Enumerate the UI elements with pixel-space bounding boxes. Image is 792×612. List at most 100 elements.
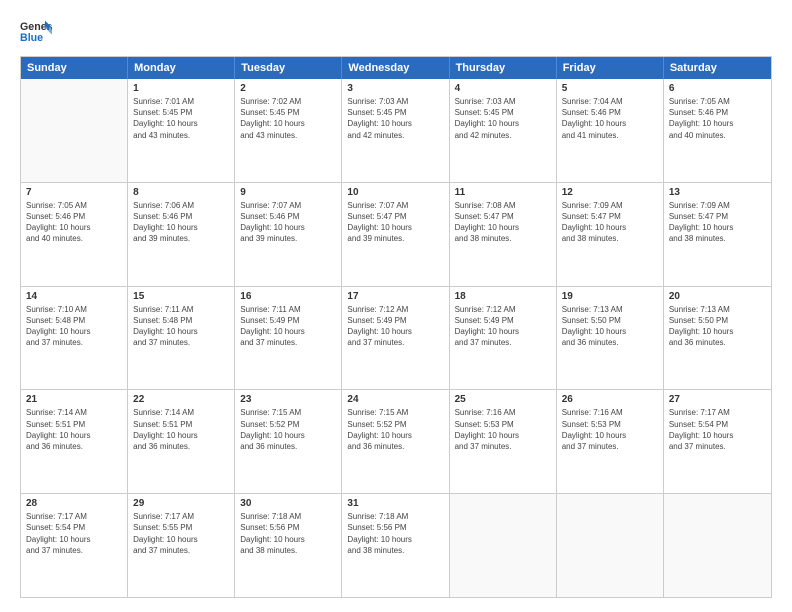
calendar-cell: 12 Sunrise: 7:09 AM Sunset: 5:47 PM Dayli… xyxy=(557,183,664,286)
calendar-row: 7 Sunrise: 7:05 AM Sunset: 5:46 PM Daylig… xyxy=(21,183,771,287)
cell-info: Sunrise: 7:09 AM Sunset: 5:47 PM Dayligh… xyxy=(562,200,658,245)
calendar-cell: 23 Sunrise: 7:15 AM Sunset: 5:52 PM Dayli… xyxy=(235,390,342,493)
header: General Blue xyxy=(20,18,772,46)
calendar-cell: 19 Sunrise: 7:13 AM Sunset: 5:50 PM Dayli… xyxy=(557,287,664,390)
day-number: 20 xyxy=(669,291,766,302)
calendar-cell xyxy=(450,494,557,597)
weekday-header: Saturday xyxy=(664,57,771,79)
calendar-cell: 13 Sunrise: 7:09 AM Sunset: 5:47 PM Dayli… xyxy=(664,183,771,286)
weekday-header: Wednesday xyxy=(342,57,449,79)
cell-info: Sunrise: 7:17 AM Sunset: 5:54 PM Dayligh… xyxy=(669,407,766,452)
cell-info: Sunrise: 7:03 AM Sunset: 5:45 PM Dayligh… xyxy=(347,96,443,141)
calendar-cell: 7 Sunrise: 7:05 AM Sunset: 5:46 PM Daylig… xyxy=(21,183,128,286)
cell-info: Sunrise: 7:16 AM Sunset: 5:53 PM Dayligh… xyxy=(562,407,658,452)
calendar-cell: 27 Sunrise: 7:17 AM Sunset: 5:54 PM Dayli… xyxy=(664,390,771,493)
day-number: 16 xyxy=(240,291,336,302)
cell-info: Sunrise: 7:18 AM Sunset: 5:56 PM Dayligh… xyxy=(240,511,336,556)
day-number: 23 xyxy=(240,394,336,405)
day-number: 18 xyxy=(455,291,551,302)
day-number: 10 xyxy=(347,187,443,198)
calendar-cell: 31 Sunrise: 7:18 AM Sunset: 5:56 PM Dayli… xyxy=(342,494,449,597)
cell-info: Sunrise: 7:13 AM Sunset: 5:50 PM Dayligh… xyxy=(562,304,658,349)
cell-info: Sunrise: 7:14 AM Sunset: 5:51 PM Dayligh… xyxy=(133,407,229,452)
day-number: 9 xyxy=(240,187,336,198)
calendar-cell: 28 Sunrise: 7:17 AM Sunset: 5:54 PM Dayli… xyxy=(21,494,128,597)
cell-info: Sunrise: 7:15 AM Sunset: 5:52 PM Dayligh… xyxy=(347,407,443,452)
day-number: 14 xyxy=(26,291,122,302)
day-number: 22 xyxy=(133,394,229,405)
calendar-row: 1Sunrise: 7:01 AM Sunset: 5:45 PM Daylig… xyxy=(21,79,771,183)
day-number: 28 xyxy=(26,498,122,509)
calendar-row: 14 Sunrise: 7:10 AM Sunset: 5:48 PM Dayli… xyxy=(21,287,771,391)
day-number: 5 xyxy=(562,83,658,94)
cell-info: Sunrise: 7:09 AM Sunset: 5:47 PM Dayligh… xyxy=(669,200,766,245)
calendar-row: 28 Sunrise: 7:17 AM Sunset: 5:54 PM Dayli… xyxy=(21,494,771,597)
calendar-cell: 6 Sunrise: 7:05 AM Sunset: 5:46 PM Daylig… xyxy=(664,79,771,182)
calendar-cell: 8Sunrise: 7:06 AM Sunset: 5:46 PM Daylig… xyxy=(128,183,235,286)
calendar-cell: 22 Sunrise: 7:14 AM Sunset: 5:51 PM Dayli… xyxy=(128,390,235,493)
cell-info: Sunrise: 7:16 AM Sunset: 5:53 PM Dayligh… xyxy=(455,407,551,452)
cell-info: Sunrise: 7:18 AM Sunset: 5:56 PM Dayligh… xyxy=(347,511,443,556)
calendar-cell: 30 Sunrise: 7:18 AM Sunset: 5:56 PM Dayli… xyxy=(235,494,342,597)
cell-info: Sunrise: 7:11 AM Sunset: 5:49 PM Dayligh… xyxy=(240,304,336,349)
calendar-page: General Blue SundayMondayTuesdayWednesda… xyxy=(0,0,792,612)
calendar-cell xyxy=(21,79,128,182)
cell-info: Sunrise: 7:17 AM Sunset: 5:55 PM Dayligh… xyxy=(133,511,229,556)
calendar-cell: 11 Sunrise: 7:08 AM Sunset: 5:47 PM Dayli… xyxy=(450,183,557,286)
cell-info: Sunrise: 7:03 AM Sunset: 5:45 PM Dayligh… xyxy=(455,96,551,141)
day-number: 8 xyxy=(133,187,229,198)
day-number: 11 xyxy=(455,187,551,198)
cell-info: Sunrise: 7:10 AM Sunset: 5:48 PM Dayligh… xyxy=(26,304,122,349)
weekday-header: Thursday xyxy=(450,57,557,79)
cell-info: Sunrise: 7:15 AM Sunset: 5:52 PM Dayligh… xyxy=(240,407,336,452)
day-number: 19 xyxy=(562,291,658,302)
calendar-cell: 5 Sunrise: 7:04 AM Sunset: 5:46 PM Daylig… xyxy=(557,79,664,182)
day-number: 15 xyxy=(133,291,229,302)
calendar-cell: 9 Sunrise: 7:07 AM Sunset: 5:46 PM Daylig… xyxy=(235,183,342,286)
cell-info: Sunrise: 7:04 AM Sunset: 5:46 PM Dayligh… xyxy=(562,96,658,141)
calendar-cell: 15 Sunrise: 7:11 AM Sunset: 5:48 PM Dayli… xyxy=(128,287,235,390)
weekday-header: Monday xyxy=(128,57,235,79)
calendar-cell: 10 Sunrise: 7:07 AM Sunset: 5:47 PM Dayli… xyxy=(342,183,449,286)
cell-info: Sunrise: 7:05 AM Sunset: 5:46 PM Dayligh… xyxy=(26,200,122,245)
calendar-row: 21 Sunrise: 7:14 AM Sunset: 5:51 PM Dayli… xyxy=(21,390,771,494)
calendar-cell: 20Sunrise: 7:13 AM Sunset: 5:50 PM Dayli… xyxy=(664,287,771,390)
calendar: SundayMondayTuesdayWednesdayThursdayFrid… xyxy=(20,56,772,598)
day-number: 17 xyxy=(347,291,443,302)
day-number: 3 xyxy=(347,83,443,94)
day-number: 4 xyxy=(455,83,551,94)
day-number: 29 xyxy=(133,498,229,509)
calendar-cell: 3 Sunrise: 7:03 AM Sunset: 5:45 PM Daylig… xyxy=(342,79,449,182)
day-number: 26 xyxy=(562,394,658,405)
logo-icon: General Blue xyxy=(20,18,52,46)
cell-info: Sunrise: 7:07 AM Sunset: 5:47 PM Dayligh… xyxy=(347,200,443,245)
weekday-header: Tuesday xyxy=(235,57,342,79)
logo: General Blue xyxy=(20,18,52,46)
calendar-cell: 1Sunrise: 7:01 AM Sunset: 5:45 PM Daylig… xyxy=(128,79,235,182)
day-number: 7 xyxy=(26,187,122,198)
day-number: 24 xyxy=(347,394,443,405)
cell-info: Sunrise: 7:02 AM Sunset: 5:45 PM Dayligh… xyxy=(240,96,336,141)
cell-info: Sunrise: 7:05 AM Sunset: 5:46 PM Dayligh… xyxy=(669,96,766,141)
calendar-body: 1Sunrise: 7:01 AM Sunset: 5:45 PM Daylig… xyxy=(21,79,771,597)
day-number: 1 xyxy=(133,83,229,94)
calendar-cell: 18 Sunrise: 7:12 AM Sunset: 5:49 PM Dayli… xyxy=(450,287,557,390)
calendar-cell: 16 Sunrise: 7:11 AM Sunset: 5:49 PM Dayli… xyxy=(235,287,342,390)
calendar-cell: 25Sunrise: 7:16 AM Sunset: 5:53 PM Dayli… xyxy=(450,390,557,493)
calendar-cell: 14 Sunrise: 7:10 AM Sunset: 5:48 PM Dayli… xyxy=(21,287,128,390)
day-number: 31 xyxy=(347,498,443,509)
cell-info: Sunrise: 7:12 AM Sunset: 5:49 PM Dayligh… xyxy=(455,304,551,349)
cell-info: Sunrise: 7:17 AM Sunset: 5:54 PM Dayligh… xyxy=(26,511,122,556)
day-number: 21 xyxy=(26,394,122,405)
cell-info: Sunrise: 7:12 AM Sunset: 5:49 PM Dayligh… xyxy=(347,304,443,349)
day-number: 27 xyxy=(669,394,766,405)
day-number: 30 xyxy=(240,498,336,509)
day-number: 12 xyxy=(562,187,658,198)
day-number: 13 xyxy=(669,187,766,198)
calendar-cell: 24 Sunrise: 7:15 AM Sunset: 5:52 PM Dayli… xyxy=(342,390,449,493)
cell-info: Sunrise: 7:08 AM Sunset: 5:47 PM Dayligh… xyxy=(455,200,551,245)
calendar-cell: 17 Sunrise: 7:12 AM Sunset: 5:49 PM Dayli… xyxy=(342,287,449,390)
day-number: 6 xyxy=(669,83,766,94)
cell-info: Sunrise: 7:07 AM Sunset: 5:46 PM Dayligh… xyxy=(240,200,336,245)
cell-info: Sunrise: 7:11 AM Sunset: 5:48 PM Dayligh… xyxy=(133,304,229,349)
